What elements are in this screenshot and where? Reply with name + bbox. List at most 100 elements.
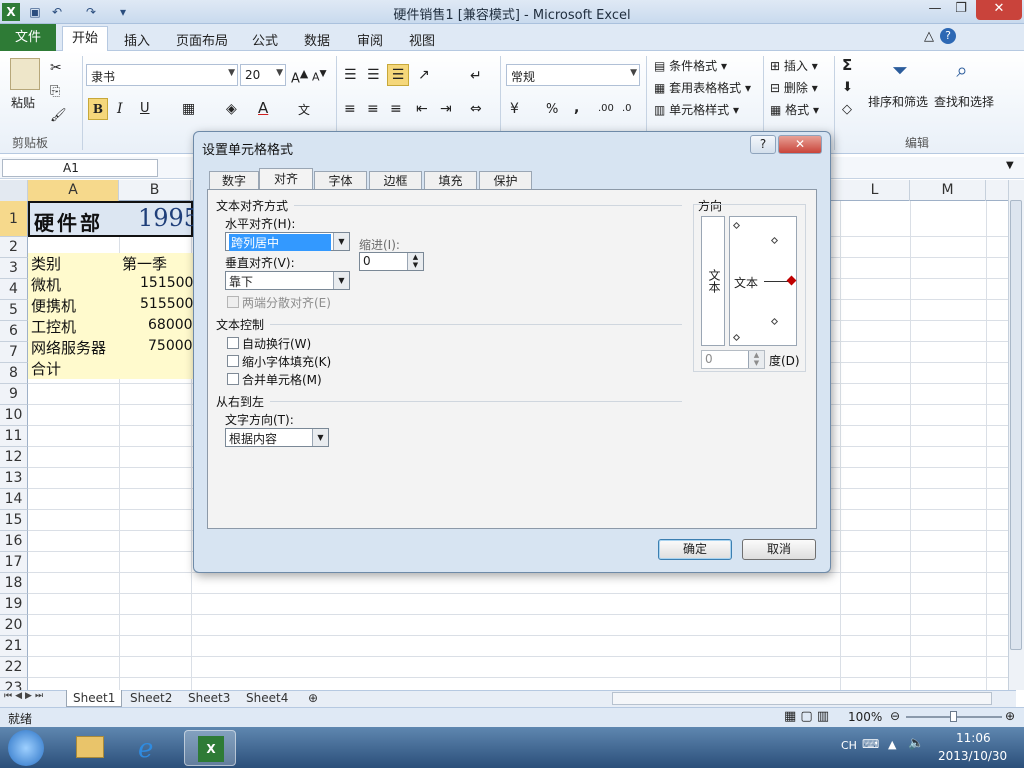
cell-b7[interactable]: 75000 — [148, 338, 193, 354]
vertical-text-box[interactable]: 文本 — [701, 216, 725, 346]
row-header[interactable]: 15 — [0, 510, 28, 531]
align-right-icon[interactable]: ≡ — [390, 101, 402, 117]
paste-icon[interactable] — [10, 58, 40, 90]
cell-a4[interactable]: 微机 — [31, 274, 61, 295]
delete-button[interactable]: ⊟ 删除 ▾ — [770, 79, 818, 96]
row-header[interactable]: 17 — [0, 552, 28, 573]
format-button[interactable]: ▦ 格式 ▾ — [770, 101, 819, 118]
row-header[interactable]: 21 — [0, 636, 28, 657]
tab-formulas[interactable]: 公式 — [252, 30, 278, 49]
row-header[interactable]: 9 — [0, 384, 28, 405]
language-indicator[interactable]: CH — [841, 739, 857, 752]
bold-button[interactable]: B — [88, 98, 108, 120]
row-header[interactable]: 14 — [0, 489, 28, 510]
chevron-down-icon[interactable]: ▼ — [333, 272, 349, 289]
tab-font[interactable]: 字体 — [314, 171, 367, 190]
row-header[interactable]: 16 — [0, 531, 28, 552]
align-middle-icon[interactable]: ☰ — [367, 67, 380, 83]
currency-icon[interactable]: ¥ — [510, 101, 519, 117]
chevron-down-icon[interactable]: ▼ — [312, 429, 328, 446]
paste-button[interactable]: 粘贴 — [11, 94, 35, 111]
column-header-b[interactable]: B — [119, 180, 191, 201]
sheet-tab-2[interactable]: Sheet2 — [124, 690, 178, 707]
tab-insert[interactable]: 插入 — [124, 30, 150, 49]
orientation-handle[interactable] — [786, 275, 797, 286]
row-header[interactable]: 5 — [0, 300, 28, 321]
row-header[interactable]: 8 — [0, 363, 28, 384]
tab-view[interactable]: 视图 — [409, 30, 435, 49]
decrease-decimal-icon[interactable]: .0 — [622, 103, 632, 114]
merge-cells-checkbox[interactable] — [227, 373, 239, 385]
font-name-select[interactable]: 隶书 ▼ — [86, 64, 238, 86]
cell-a6[interactable]: 工控机 — [31, 316, 76, 337]
row-header[interactable]: 4 — [0, 279, 28, 300]
format-painter-icon[interactable]: 🖌 — [50, 108, 67, 123]
copy-icon[interactable]: ⎘ — [50, 84, 60, 99]
zoom-level[interactable]: 100% — [848, 710, 882, 724]
fill-icon[interactable]: ⬇ — [842, 80, 853, 95]
expand-formula-icon[interactable]: ▼ — [1006, 160, 1014, 171]
wrap-text-label[interactable]: 自动换行(W) — [242, 335, 311, 352]
phonetic-icon[interactable]: 文 — [298, 101, 310, 118]
row-header[interactable]: 6 — [0, 321, 28, 342]
tab-number[interactable]: 数字 — [209, 171, 259, 190]
cell-a1[interactable]: 硬件部 — [34, 207, 103, 236]
keyboard-icon[interactable]: ⌨ — [862, 737, 879, 751]
tab-protection[interactable]: 保护 — [479, 171, 532, 190]
cell-b3[interactable]: 第一季 — [122, 253, 167, 274]
tab-border[interactable]: 边框 — [369, 171, 422, 190]
shrink-to-fit-label[interactable]: 缩小字体填充(K) — [242, 353, 331, 370]
ie-taskbar-icon[interactable]: e — [124, 730, 176, 766]
fill-color-icon[interactable]: ◈ — [226, 101, 237, 117]
cell-b5[interactable]: 515500 — [140, 296, 193, 312]
wrap-text-checkbox[interactable] — [227, 337, 239, 349]
view-mode-icons[interactable]: ▦ ▢ ▥ — [784, 709, 829, 724]
italic-button[interactable]: I — [117, 101, 123, 117]
column-header-l[interactable]: L — [840, 180, 910, 201]
horizontal-align-select[interactable]: 跨列居中 ▼ — [225, 232, 350, 251]
minimize-ribbon-icon[interactable]: △ — [924, 29, 934, 44]
horizontal-scrollbar[interactable] — [612, 692, 992, 705]
indent-spinner[interactable]: 0 ▲ ▼ — [359, 252, 424, 271]
shrink-to-fit-checkbox[interactable] — [227, 355, 239, 367]
merge-cells-label[interactable]: 合并单元格(M) — [242, 371, 322, 388]
vertical-scroll-thumb[interactable] — [1010, 200, 1022, 650]
find-select-button[interactable]: 查找和选择 — [934, 93, 994, 110]
tab-alignment[interactable]: 对齐 — [259, 168, 313, 190]
font-size-select[interactable]: 20 ▼ — [240, 64, 286, 86]
dialog-help-button[interactable]: ? — [750, 135, 776, 154]
percent-button[interactable]: % — [546, 102, 558, 117]
tab-page-layout[interactable]: 页面布局 — [176, 30, 228, 49]
wrap-text-icon[interactable]: ↵ — [470, 68, 482, 84]
grow-font-icon[interactable]: A▲ — [291, 67, 308, 86]
row-header[interactable]: 2 — [0, 237, 28, 258]
cancel-button[interactable]: 取消 — [742, 539, 816, 560]
new-sheet-icon[interactable]: ⊕ — [302, 690, 324, 707]
align-center-icon[interactable]: ≡ — [367, 101, 379, 117]
cell-style-button[interactable]: ▥ 单元格样式 ▾ — [654, 101, 739, 118]
column-header-m[interactable]: M — [910, 180, 986, 201]
row-header[interactable]: 11 — [0, 426, 28, 447]
row-header[interactable]: 18 — [0, 573, 28, 594]
decrease-indent-icon[interactable]: ⇤ — [416, 101, 428, 117]
tab-home[interactable]: 开始 — [62, 26, 108, 52]
tray-expand-icon[interactable]: ▲ — [888, 738, 896, 751]
close-icon[interactable]: ✕ — [976, 0, 1022, 20]
tab-data[interactable]: 数据 — [304, 30, 330, 49]
row-header[interactable]: 7 — [0, 342, 28, 363]
sheet-tab-4[interactable]: Sheet4 — [240, 690, 294, 707]
increase-indent-icon[interactable]: ⇥ — [440, 101, 452, 117]
underline-button[interactable]: U — [140, 101, 150, 116]
font-color-icon[interactable]: A — [258, 99, 268, 117]
row-header[interactable]: 12 — [0, 447, 28, 468]
dialog-close-icon[interactable]: ✕ — [778, 135, 822, 154]
find-select-icon[interactable]: ⌕ — [946, 58, 978, 88]
orientation-dial[interactable]: 文本 — [729, 216, 797, 346]
row-header[interactable]: 1 — [0, 201, 28, 237]
merge-center-icon[interactable]: ⇔ — [470, 101, 482, 117]
sheet-tab-1[interactable]: Sheet1 — [66, 690, 123, 707]
cell-b4[interactable]: 151500 — [140, 275, 193, 291]
ok-button[interactable]: 确定 — [658, 539, 732, 560]
increase-decimal-icon[interactable]: .00 — [598, 103, 614, 114]
degree-spinner[interactable]: 0 ▲ ▼ — [701, 350, 765, 369]
